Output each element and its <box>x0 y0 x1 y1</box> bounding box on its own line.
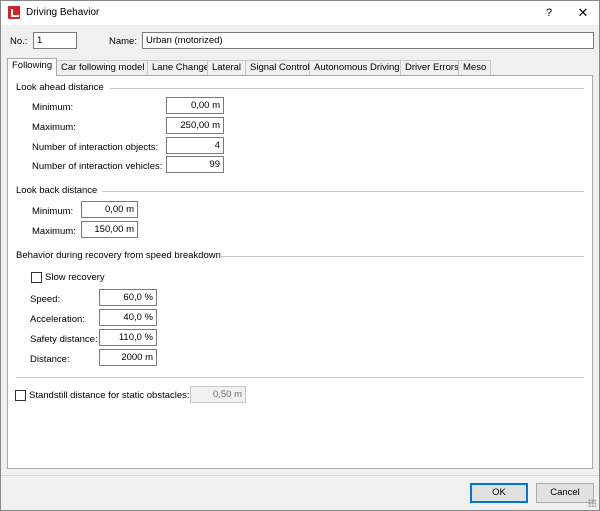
close-button[interactable]: ✕ <box>573 4 593 22</box>
cancel-button[interactable]: Cancel <box>536 483 594 503</box>
recovery-acceleration-input[interactable] <box>99 309 157 326</box>
tab-signal-control[interactable]: Signal Control <box>245 60 315 75</box>
following-panel: Look ahead distance Minimum: Maximum: Nu… <box>7 75 593 469</box>
title-bar: Driving Behavior ? ✕ <box>1 1 599 25</box>
recovery-speed-input[interactable] <box>99 289 157 306</box>
interaction-vehicles-input[interactable] <box>166 156 224 173</box>
look-back-maximum-label: Maximum: <box>32 226 76 237</box>
tab-following[interactable]: Following <box>7 58 58 76</box>
recovery-acceleration-label: Acceleration: <box>30 314 85 325</box>
look-ahead-minimum-input[interactable] <box>166 97 224 114</box>
look-back-minimum-input[interactable] <box>81 201 138 218</box>
standstill-checkbox[interactable] <box>15 390 26 401</box>
look-ahead-minimum-label: Minimum: <box>32 102 74 113</box>
look-back-maximum-input[interactable] <box>81 221 138 238</box>
number-label: No.: <box>10 36 28 47</box>
interaction-objects-label: Number of interaction objects: <box>32 142 159 153</box>
number-input[interactable] <box>33 32 77 49</box>
recovery-divider <box>220 256 584 257</box>
recovery-title: Behavior during recovery from speed brea… <box>16 250 221 261</box>
slow-recovery-label: Slow recovery <box>45 272 105 283</box>
look-back-title: Look back distance <box>16 185 98 196</box>
look-back-minimum-label: Minimum: <box>32 206 74 217</box>
help-button[interactable]: ? <box>539 4 559 22</box>
look-ahead-title: Look ahead distance <box>16 82 104 93</box>
name-label: Name: <box>109 36 137 47</box>
tab-car-following-model[interactable]: Car following model <box>56 60 150 75</box>
tab-driver-errors[interactable]: Driver Errors <box>400 60 464 75</box>
look-ahead-maximum-label: Maximum: <box>32 122 76 133</box>
recovery-distance-input[interactable] <box>99 349 157 366</box>
standstill-distance-input[interactable] <box>190 386 246 403</box>
recovery-safety-distance-input[interactable] <box>99 329 157 346</box>
interaction-objects-input[interactable] <box>166 137 224 154</box>
resize-grip-icon[interactable] <box>588 499 596 507</box>
recovery-safety-distance-label: Safety distance: <box>30 334 98 345</box>
tab-autonomous-driving[interactable]: Autonomous Driving <box>309 60 405 75</box>
driving-behavior-dialog: Driving Behavior ? ✕ No.: Name: Followin… <box>0 0 600 511</box>
look-ahead-divider <box>110 88 584 89</box>
recovery-distance-label: Distance: <box>30 354 70 365</box>
window-title: Driving Behavior <box>26 7 100 18</box>
standstill-label: Standstill distance for static obstacles… <box>29 390 190 401</box>
name-input[interactable] <box>142 32 594 49</box>
look-ahead-maximum-input[interactable] <box>166 117 224 134</box>
interaction-vehicles-label: Number of interaction vehicles: <box>32 161 163 172</box>
section-separator <box>16 377 584 378</box>
look-back-divider <box>102 191 584 192</box>
tab-lateral[interactable]: Lateral <box>207 60 247 75</box>
ok-button[interactable]: OK <box>470 483 528 503</box>
tab-lane-change[interactable]: Lane Change <box>147 60 215 75</box>
slow-recovery-checkbox[interactable] <box>31 272 42 283</box>
recovery-speed-label: Speed: <box>30 294 61 305</box>
tab-meso[interactable]: Meso <box>458 60 492 75</box>
app-logo-icon <box>8 6 20 19</box>
footer-separator <box>1 475 599 476</box>
